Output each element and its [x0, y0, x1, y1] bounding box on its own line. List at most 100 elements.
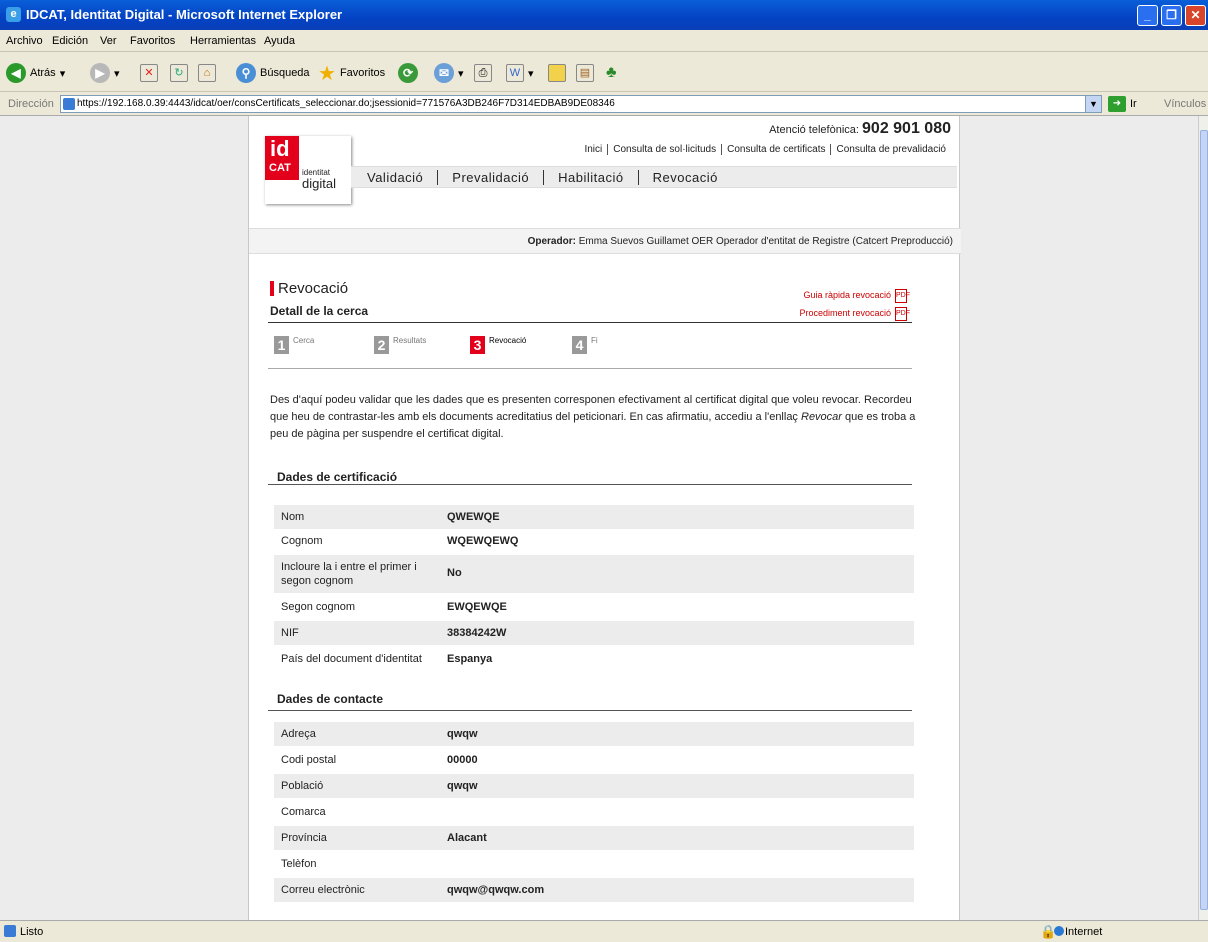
field-value: EWQEWQE [447, 601, 507, 613]
links-toolbar[interactable]: Vínculos [1164, 98, 1206, 110]
chevron-down-icon[interactable]: ▼ [1085, 96, 1101, 112]
table-row: Correu electrònic qwqw@qwqw.com [274, 878, 914, 902]
back-arrow-icon: ◀ [6, 63, 26, 83]
chevron-down-icon: ▾ [59, 67, 66, 80]
favorites-button[interactable]: ★ Favoritos [318, 62, 386, 85]
minimize-button[interactable]: _ [1137, 5, 1158, 26]
print-button[interactable]: ⎙ [474, 62, 492, 84]
stop-icon: ✕ [140, 64, 158, 82]
chevron-down-icon: ▾ [528, 67, 534, 80]
step-label: Revocació [489, 336, 527, 345]
page-done-icon [4, 925, 16, 937]
menu-favoritos[interactable]: Favoritos [130, 35, 175, 47]
field-label: Cognom [281, 535, 323, 547]
divider [268, 484, 912, 485]
back-button[interactable]: ◀ Atrás ▾ [6, 62, 65, 84]
field-value: Alacant [447, 832, 487, 844]
operator-name: Emma Suevos Guillamet OER Operador d'ent… [578, 236, 953, 247]
idcat-logo[interactable]: id CAT identitat digital [265, 136, 351, 204]
table-row: Província Alacant [274, 826, 914, 850]
step-number: 4 [572, 336, 587, 354]
field-label: País del document d'identitat [281, 653, 422, 665]
field-label: Província [281, 832, 327, 844]
nav-validacio[interactable]: Validació [363, 170, 437, 185]
link-consulta-sollicituds[interactable]: Consulta de sol·licituds [607, 144, 721, 155]
menu-ayuda[interactable]: Ayuda [264, 35, 295, 47]
refresh-icon: ↻ [170, 64, 188, 82]
back-label: Atrás [30, 67, 56, 79]
favorites-label: Favoritos [339, 67, 386, 79]
link-consulta-certificats[interactable]: Consulta de certificats [721, 144, 830, 155]
field-value: WQEWQEWQ [447, 535, 519, 547]
print-icon: ⎙ [474, 64, 492, 82]
logo-id: id [270, 136, 290, 161]
go-button[interactable]: ➜ Ir [1108, 96, 1137, 112]
edit-button[interactable]: W ▾ [506, 62, 534, 84]
window-title-bar[interactable]: e IDCAT, Identitat Digital - Microsoft I… [0, 0, 1208, 30]
home-button[interactable]: ⌂ [198, 62, 216, 84]
nav-habilitacio[interactable]: Habilitació [543, 170, 637, 185]
link-inici[interactable]: Inici [579, 144, 607, 155]
history-icon: ⟳ [398, 63, 418, 83]
home-icon: ⌂ [198, 64, 216, 82]
main-nav: Validació Prevalidació Habilitació Revoc… [363, 170, 732, 185]
forward-button[interactable]: ▶ ▾ [90, 62, 120, 84]
menu-edicion[interactable]: Edición [52, 35, 88, 47]
url-field[interactable]: https://192.168.0.39:4443/idcat/oer/cons… [60, 95, 1102, 113]
menu-ver[interactable]: Ver [100, 35, 117, 47]
step-number: 2 [374, 336, 389, 354]
ie-logo-icon: e [6, 7, 21, 22]
history-button[interactable]: ⟳ [398, 62, 418, 84]
maximize-button[interactable]: ❐ [1161, 5, 1182, 26]
step-label: Cerca [293, 336, 315, 345]
page: id CAT identitat digital Atenció telefòn… [248, 116, 961, 920]
divider [268, 710, 912, 711]
divider [268, 368, 912, 369]
research-button[interactable]: ▤ [576, 62, 594, 84]
scrollbar-thumb[interactable] [1200, 130, 1208, 910]
table-row: Cognom WQEWQEWQ [274, 529, 914, 553]
section-title: Revocació [270, 280, 348, 297]
table-row: Segon cognom EWQEWQE [274, 595, 914, 619]
step-number: 3 [470, 336, 485, 354]
globe-icon [1054, 926, 1064, 936]
menu-archivo[interactable]: Archivo [6, 35, 43, 47]
chevron-down-icon: ▾ [458, 67, 464, 80]
security-zone: Internet [1065, 926, 1103, 938]
search-button[interactable]: ⚲ Búsqueda [236, 62, 310, 84]
forward-arrow-icon: ▶ [90, 63, 110, 83]
guia-rapida-link[interactable]: Guia ràpida revocació PDF [799, 286, 910, 304]
refresh-button[interactable]: ↻ [170, 62, 188, 84]
close-button[interactable]: ✕ [1185, 5, 1206, 26]
field-value: No [447, 567, 462, 579]
field-label: Nom [281, 511, 305, 523]
table-row: Incloure la i entre el primer i segon co… [274, 555, 914, 593]
step-resultats: 2 Resultats [374, 336, 426, 354]
title-marker [270, 281, 274, 296]
section-title-text: Revocació [278, 280, 349, 297]
table-row: Nom QWEWQE [274, 505, 914, 529]
status-text: Listo [20, 926, 44, 938]
field-value: QWEWQE [447, 511, 500, 523]
mail-button[interactable]: ✉ ▾ [434, 62, 464, 84]
nav-revocacio[interactable]: Revocació [637, 170, 732, 185]
step-fi: 4 Fi [572, 336, 598, 354]
field-value: qwqw [447, 728, 478, 740]
messenger-button[interactable]: ♣ [606, 62, 617, 84]
table-row: NIF 38384242W [274, 621, 914, 645]
procediment-link[interactable]: Procediment revocació PDF [799, 304, 910, 322]
table-row: Codi postal 00000 [274, 748, 914, 772]
stop-button[interactable]: ✕ [140, 62, 158, 84]
nav-prevalidacio[interactable]: Prevalidació [437, 170, 543, 185]
field-value: qwqw@qwqw.com [447, 884, 545, 896]
menu-herramientas[interactable]: Herramientas [190, 35, 256, 47]
vertical-scrollbar[interactable] [1198, 116, 1208, 920]
mail-icon: ✉ [434, 63, 454, 83]
field-value: Espanya [447, 653, 493, 665]
discuss-button[interactable] [548, 62, 566, 84]
table-row: Adreça qwqw [274, 722, 914, 746]
field-value: 38384242W [447, 627, 507, 639]
table-row: Població qwqw [274, 774, 914, 798]
link-consulta-prevalidacio[interactable]: Consulta de prevalidació [830, 144, 951, 155]
search-icon: ⚲ [236, 63, 256, 83]
